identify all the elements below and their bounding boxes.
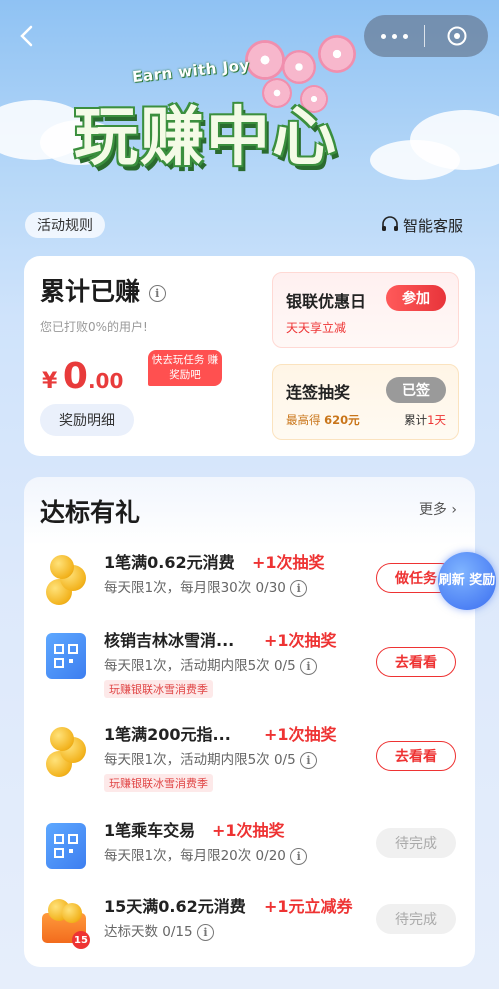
refresh-reward-button[interactable]: 刷新 奖励: [438, 552, 496, 610]
go-see-button[interactable]: 去看看: [376, 647, 456, 677]
task-desc-text: 每天限1次，每月限30次 0/30: [104, 580, 286, 596]
task-reward: +1次抽奖: [252, 553, 325, 572]
task-tag: 玩赚银联冰雪消费季: [104, 680, 213, 698]
hero-subtitle: Earn with Joy: [131, 55, 251, 87]
sign-count: 累计1天: [404, 412, 446, 428]
task-desc-text: 每天限1次，活动期内限5次 0/5: [104, 658, 296, 674]
service-label: 智能客服: [403, 216, 464, 235]
max-value: 620元: [324, 413, 360, 427]
task-reward: +1次抽奖: [264, 725, 337, 744]
task-desc: 达标天数 0/15 i: [104, 920, 214, 941]
task-desc: 每天限1次，活动期内限5次 0/5 i: [104, 748, 317, 769]
task-reward: +1次抽奖: [264, 631, 337, 650]
headset-icon: [382, 216, 398, 231]
max-prize: 最高得 620元: [286, 412, 360, 428]
qr-code-icon: [42, 629, 90, 683]
max-prefix: 最高得: [286, 413, 321, 427]
earnings-card: 累计已赚 i 您已打败0%的用户! ¥ 0.00 快去玩任务 赚奖励吧 奖励明细…: [24, 256, 475, 456]
task-tag: 玩赚银联冰雪消费季: [104, 774, 213, 792]
gift-box-icon: 15: [42, 895, 90, 949]
qr-code-icon: [42, 819, 90, 873]
customer-service-button[interactable]: 智能客服: [380, 212, 463, 238]
go-see-button[interactable]: 去看看: [376, 741, 456, 771]
earnings-title-text: 累计已赚: [40, 277, 141, 306]
task-desc: 每天限1次，活动期内限5次 0/5 i: [104, 654, 317, 675]
currency-symbol: ¥: [42, 369, 58, 394]
info-icon[interactable]: i: [290, 847, 308, 865]
task-name: 1笔满200元指...: [104, 725, 231, 744]
sign-lottery-card[interactable]: 连签抽奖 已签 最高得 620元 累计1天: [272, 364, 459, 440]
pending-button[interactable]: 待完成: [376, 828, 456, 858]
task-name: 1笔乘车交易: [104, 821, 196, 840]
signed-button[interactable]: 已签: [386, 377, 446, 403]
info-icon[interactable]: i: [300, 751, 317, 769]
amount-decimal: .00: [87, 369, 124, 393]
task-name: 核销吉林冰雪消...: [104, 631, 235, 650]
task-desc: 每天限1次，每月限20次 0/20 i: [104, 844, 308, 865]
reward-detail-button[interactable]: 奖励明细: [40, 404, 134, 436]
more-link[interactable]: 更多 ›: [419, 499, 457, 519]
task-reward: +1元立减券: [264, 897, 353, 916]
info-icon[interactable]: i: [148, 284, 166, 302]
rules-button[interactable]: 活动规则: [25, 212, 105, 238]
info-icon[interactable]: i: [300, 657, 317, 675]
tasks-title: 达标有礼: [40, 498, 141, 527]
earnings-subtitle: 您已打败0%的用户!: [40, 320, 148, 334]
discount-day-card[interactable]: 银联优惠日 天天享立减 参加: [272, 272, 459, 348]
amount-integer: 0: [62, 356, 88, 397]
coins-icon: [42, 555, 90, 609]
hero-title: 玩赚中心: [74, 101, 338, 175]
task-name: 15天满0.62元消费: [104, 897, 246, 916]
task-desc: 每天限1次，每月限30次 0/30 i: [104, 576, 308, 597]
count-prefix: 累计: [404, 413, 428, 427]
task-reward: +1次抽奖: [212, 821, 285, 840]
earnings-title: 累计已赚 i: [40, 272, 166, 308]
task-desc-text: 每天限1次，每月限20次 0/20: [104, 848, 286, 864]
info-icon[interactable]: i: [290, 579, 308, 597]
info-icon[interactable]: i: [196, 923, 214, 941]
tasks-card: 达标有礼 更多 › 1笔满0.62元消费 +1次抽奖 每天限1次，每月限30次 …: [24, 477, 475, 967]
task-tip-bubble: 快去玩任务 赚奖励吧: [148, 350, 222, 386]
task-desc-text: 每天限1次，活动期内限5次 0/5: [104, 752, 296, 768]
badge-count: 15: [72, 931, 90, 949]
count-value: 1天: [427, 413, 446, 427]
task-desc-text: 达标天数 0/15: [104, 924, 193, 940]
pending-button[interactable]: 待完成: [376, 904, 456, 934]
earnings-amount: ¥ 0.00: [42, 356, 123, 397]
discount-day-title: 银联优惠日: [286, 292, 367, 311]
discount-day-subtitle: 天天享立减: [286, 321, 347, 335]
sign-lottery-title: 连签抽奖: [286, 383, 351, 402]
hero-banner: Earn with Joy 玩赚中心: [0, 35, 499, 215]
coins-icon: [42, 727, 90, 781]
join-button[interactable]: 参加: [386, 285, 446, 311]
task-name: 1笔满0.62元消费: [104, 553, 235, 572]
